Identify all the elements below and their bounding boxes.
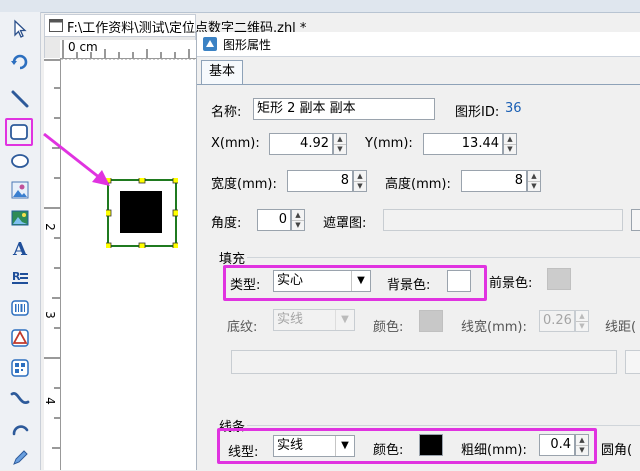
texture-value: 实线 (277, 312, 304, 327)
mask-browse-button[interactable] (631, 209, 640, 231)
svg-text:R: R (12, 270, 21, 283)
document-icon (49, 19, 63, 32)
y-field[interactable]: 13.44 (423, 133, 503, 155)
shape-id-value: 36 (505, 101, 522, 116)
foreground-color-swatch[interactable] (547, 268, 571, 290)
ruler-v-label-3: 3 (42, 311, 57, 319)
width-field[interactable]: 8 (287, 170, 353, 192)
dialog-titlebar[interactable]: 图形属性 (197, 32, 640, 57)
line-spacing-label: 线距( (605, 320, 637, 335)
rotate-icon[interactable] (7, 48, 33, 74)
texture-more-button[interactable] (625, 350, 640, 374)
foreground-color-label: 前景色: (489, 276, 533, 291)
fill-type-highlight (223, 265, 487, 301)
name-field[interactable]: 矩形 2 副本 副本 (253, 98, 435, 120)
shape-properties-dialog: 图形属性 基本 名称: 矩形 2 副本 副本 图形ID: 36 X(mm): 4… (196, 32, 640, 470)
svg-text:A: A (12, 239, 28, 258)
texture-label: 底纹: (227, 320, 258, 335)
x-label: X(mm): (211, 136, 260, 151)
dialog-app-icon (203, 37, 217, 51)
top-toolbar-strip (0, 0, 640, 13)
texture-color-swatch[interactable] (419, 310, 443, 332)
corner-radius-label: 圆角( (601, 443, 633, 458)
dialog-tabs: 基本 (197, 58, 640, 86)
fill-group-separator (247, 257, 640, 258)
tab-divider (197, 84, 640, 85)
line-icon[interactable] (7, 86, 33, 112)
width-label: 宽度(mm): (211, 177, 277, 192)
document-tab[interactable]: F:\工作资料\测试\定位点数字二维码.zhl * (44, 14, 306, 36)
qrcode-icon[interactable] (7, 355, 33, 381)
rectangle-icon[interactable] (5, 118, 33, 146)
angle-stepper[interactable]: ▲ ▼ (291, 209, 305, 231)
angle-field[interactable]: 0 (257, 209, 291, 231)
annotation-arrow (43, 132, 110, 186)
width-stepper[interactable]: ▲ ▼ (353, 170, 367, 192)
horizontal-ruler: 0 cm (60, 40, 196, 59)
mask-label: 遮罩图: (323, 216, 367, 231)
angle-label: 角度: (211, 216, 242, 231)
x-field[interactable]: 4.92 (269, 133, 333, 155)
pointer-icon[interactable] (7, 16, 33, 42)
ruler-v-label-2: 2 (42, 223, 57, 231)
texture-color-label: 颜色: (373, 320, 404, 335)
line-width-label: 线宽(mm): (461, 320, 527, 335)
picture-icon[interactable] (7, 205, 33, 231)
texture-preview-field (231, 350, 617, 374)
chevron-down-icon: ▼ (335, 310, 354, 330)
line-width-stepper[interactable]: ▲ ▼ (575, 310, 589, 332)
name-label: 名称: (211, 105, 242, 120)
arc-icon[interactable] (7, 415, 33, 441)
shape-id-label: 图形ID: (455, 105, 500, 120)
height-stepper[interactable]: ▲ ▼ (527, 170, 541, 192)
y-stepper[interactable]: ▲ ▼ (503, 133, 517, 155)
shape-icon[interactable] (7, 325, 33, 351)
text-icon[interactable]: A (7, 235, 33, 261)
tab-basic[interactable]: 基本 (201, 60, 243, 84)
rich-text-icon[interactable]: R (7, 265, 33, 291)
height-field[interactable]: 8 (461, 170, 527, 192)
line-settings-highlight (217, 428, 597, 464)
texture-select[interactable]: 实线 ▼ (273, 309, 355, 331)
barcode-icon[interactable] (7, 295, 33, 321)
ruler-h-label: 0 cm (68, 40, 98, 54)
y-label: Y(mm): (365, 136, 413, 151)
line-width-field[interactable]: 0.26 (539, 310, 575, 332)
height-label: 高度(mm): (385, 177, 451, 192)
pencil-icon[interactable] (7, 445, 33, 471)
x-stepper[interactable]: ▲ ▼ (333, 133, 347, 155)
line-group-separator (247, 425, 640, 426)
mask-field[interactable] (383, 209, 623, 231)
ruler-v-label-4: 4 (42, 397, 57, 405)
left-toolbar: A R (0, 12, 41, 470)
curve-icon[interactable] (7, 385, 33, 411)
dialog-title: 图形属性 (223, 38, 272, 52)
